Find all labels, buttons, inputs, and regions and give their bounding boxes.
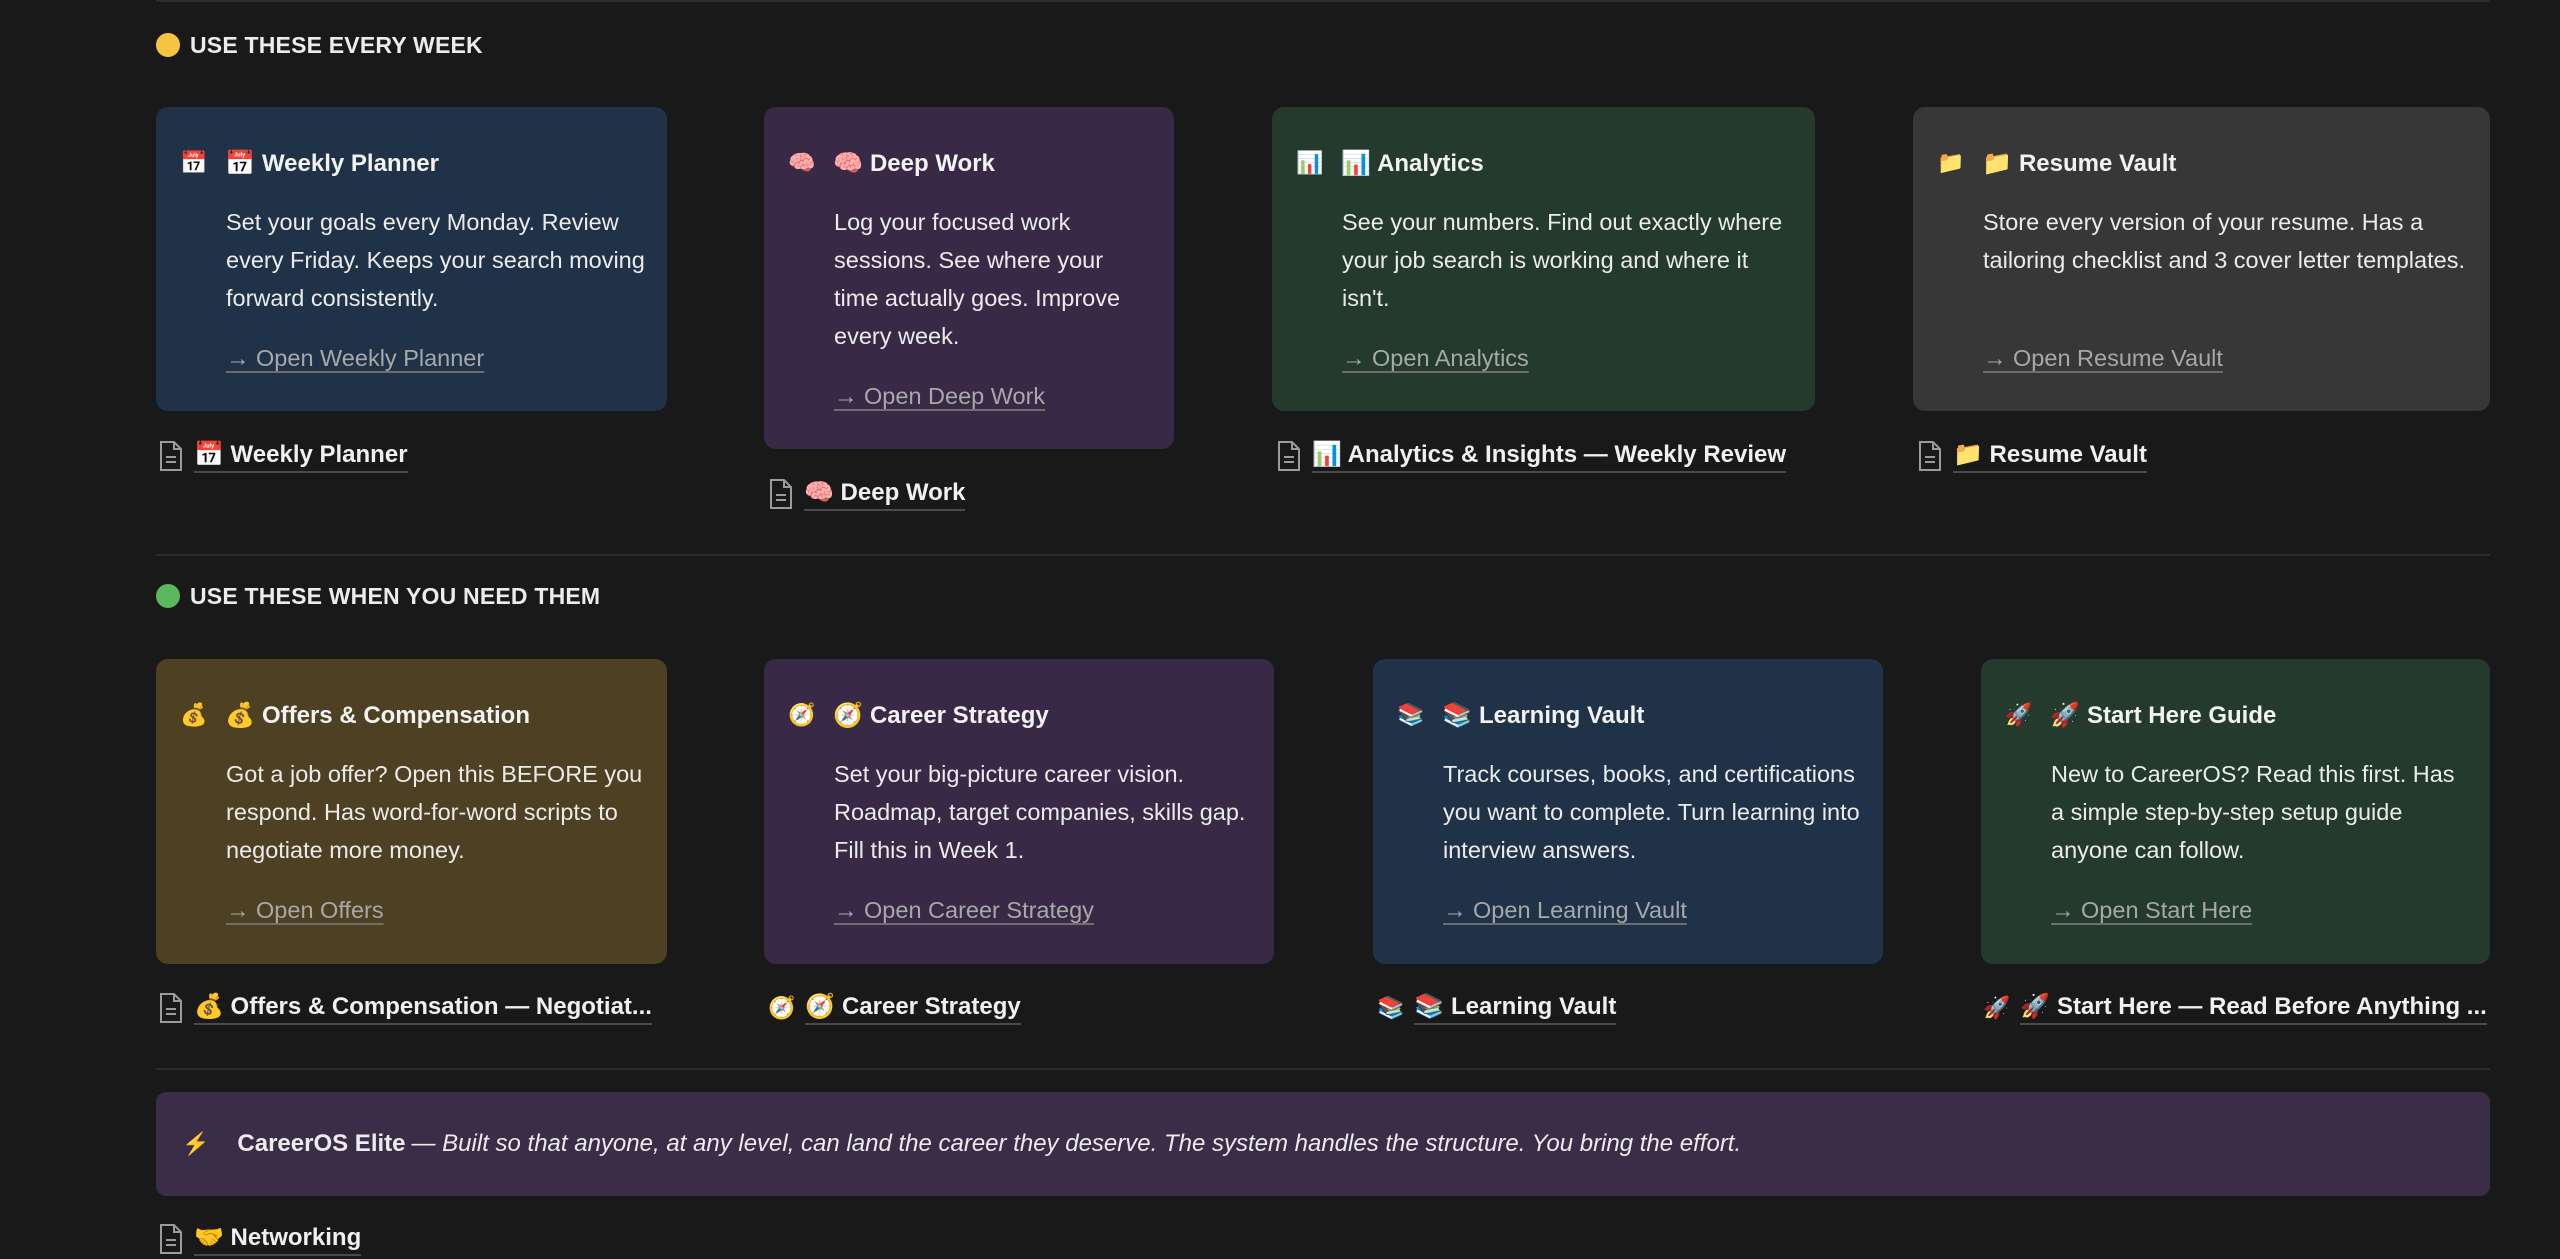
page-link-label: 🧠 Deep Work	[804, 478, 966, 511]
green-circle-icon	[156, 584, 180, 608]
card-title: 📊 Analytics	[1341, 149, 1484, 177]
page-icon	[1919, 441, 1941, 471]
compass-icon: 🧭	[788, 702, 816, 727]
page-link-label: 📅 Weekly Planner	[194, 440, 408, 473]
section-title: USE THESE WHEN YOU NEED THEM	[190, 582, 601, 609]
card-title: 📚 Learning Vault	[1442, 701, 1645, 729]
section-divider	[156, 554, 2490, 556]
card-analytics: 📊 📊 Analytics See your numbers. Find out…	[1272, 107, 1815, 411]
card-description: Track courses, books, and certifications…	[1443, 761, 1860, 863]
rocket-icon: 🚀	[2005, 702, 2033, 727]
page-link-weekly-planner[interactable]: 📅 Weekly Planner	[158, 436, 408, 476]
page-icon	[160, 993, 182, 1023]
card-description: New to CareerOS? Read this first. Has a …	[2051, 761, 2455, 863]
page-link-label: 🤝 Networking	[194, 1223, 362, 1256]
page-link-label: 📁 Resume Vault	[1953, 440, 2147, 473]
card-description: Got a job offer? Open this BEFORE you re…	[226, 761, 643, 863]
card-career-strategy: 🧭 🧭 Career Strategy Set your big-picture…	[764, 659, 1274, 964]
callout-bold-text: CareerOS Elite	[237, 1130, 406, 1157]
card-title: 📅 Weekly Planner	[225, 149, 439, 177]
card-weekly-planner: 📅 📅 Weekly Planner Set your goals every …	[156, 107, 667, 411]
section-heading-weekly: USE THESE EVERY WEEK	[156, 25, 483, 65]
open-analytics-link[interactable]: → Open Analytics	[1342, 345, 1529, 372]
section-title: USE THESE EVERY WEEK	[190, 31, 483, 58]
page-link-networking[interactable]: 🤝 Networking	[158, 1219, 362, 1259]
section-heading-when-needed: USE THESE WHEN YOU NEED THEM	[156, 576, 600, 616]
books-icon: 📚	[1397, 702, 1425, 727]
card-title: 💰 Offers & Compensation	[225, 701, 530, 729]
open-resume-vault-link[interactable]: → Open Resume Vault	[1983, 345, 2223, 372]
page-link-deep-work[interactable]: 🧠 Deep Work	[768, 474, 966, 514]
open-start-here-link[interactable]: → Open Start Here	[2051, 897, 2252, 924]
callout-italic-text: — Built so that anyone, at any level, ca…	[411, 1130, 1742, 1157]
card-description: Set your goals every Monday. Review ever…	[226, 209, 645, 311]
bar-chart-icon: 📊	[1296, 150, 1324, 175]
page-icon	[160, 1224, 182, 1254]
brain-icon: 🧠	[788, 150, 816, 175]
open-deep-work-link[interactable]: → Open Deep Work	[834, 383, 1045, 410]
books-icon: 📚	[1377, 995, 1405, 1020]
page-link-learning-vault[interactable]: 📚 📚 Learning Vault	[1377, 988, 1617, 1028]
page-link-start-here[interactable]: 🚀 🚀 Start Here — Read Before Anything ..…	[1983, 988, 2487, 1028]
open-weekly-planner-link[interactable]: → Open Weekly Planner	[226, 345, 484, 372]
page-icon	[770, 479, 792, 509]
compass-icon: 🧭	[768, 995, 796, 1020]
page-link-label: 🧭 Career Strategy	[805, 992, 1021, 1025]
page-link-label: 📊 Analytics & Insights — Weekly Review	[1312, 440, 1787, 473]
page-link-label: 💰 Offers & Compensation — Negotiat...	[194, 992, 652, 1025]
page-icon	[160, 441, 182, 471]
card-title: 📁 Resume Vault	[1982, 149, 2177, 177]
open-career-strategy-link[interactable]: → Open Career Strategy	[834, 897, 1094, 924]
money-bag-icon: 💰	[180, 702, 208, 727]
open-offers-link[interactable]: → Open Offers	[226, 897, 384, 924]
page-link-resume-vault[interactable]: 📁 Resume Vault	[1917, 436, 2147, 476]
card-description: Log your focused work sessions. See wher…	[834, 209, 1121, 349]
card-deep-work: 🧠 🧠 Deep Work Log your focused work sess…	[764, 107, 1174, 449]
card-description: See your numbers. Find out exactly where…	[1342, 209, 1783, 311]
card-resume-vault: 📁 📁 Resume Vault Store every version of …	[1913, 107, 2490, 411]
folder-icon: 📁	[1937, 150, 1965, 175]
card-description: Set your big-picture career vision. Road…	[834, 761, 1246, 863]
page-link-career-strategy[interactable]: 🧭 🧭 Career Strategy	[768, 988, 1021, 1028]
card-learning-vault: 📚 📚 Learning Vault Track courses, books,…	[1373, 659, 1883, 964]
card-title: 🧭 Career Strategy	[833, 701, 1049, 729]
card-title: 🧠 Deep Work	[833, 149, 995, 177]
open-learning-vault-link[interactable]: → Open Learning Vault	[1443, 897, 1687, 924]
page-link-label: 📚 Learning Vault	[1414, 992, 1617, 1025]
calendar-icon: 📅	[180, 150, 208, 175]
card-title: 🚀 Start Here Guide	[2050, 701, 2277, 729]
careeros-elite-callout: ⚡ CareerOS Elite — Built so that anyone,…	[156, 1092, 2490, 1196]
section-divider	[156, 1068, 2490, 1070]
card-start-here: 🚀 🚀 Start Here Guide New to CareerOS? Re…	[1981, 659, 2490, 964]
page-link-analytics-insights[interactable]: 📊 Analytics & Insights — Weekly Review	[1276, 436, 1787, 476]
lightning-icon: ⚡	[182, 1131, 210, 1156]
top-divider	[156, 0, 2490, 2]
rocket-icon: 🚀	[1983, 995, 2011, 1020]
card-description: Store every version of your resume. Has …	[1983, 209, 2465, 273]
page-link-offers-compensation[interactable]: 💰 Offers & Compensation — Negotiat...	[158, 988, 652, 1028]
card-offers-compensation: 💰 💰 Offers & Compensation Got a job offe…	[156, 659, 667, 964]
page-link-label: 🚀 Start Here — Read Before Anything ...	[2020, 992, 2487, 1025]
page-icon	[1278, 441, 1300, 471]
yellow-circle-icon	[156, 33, 180, 57]
